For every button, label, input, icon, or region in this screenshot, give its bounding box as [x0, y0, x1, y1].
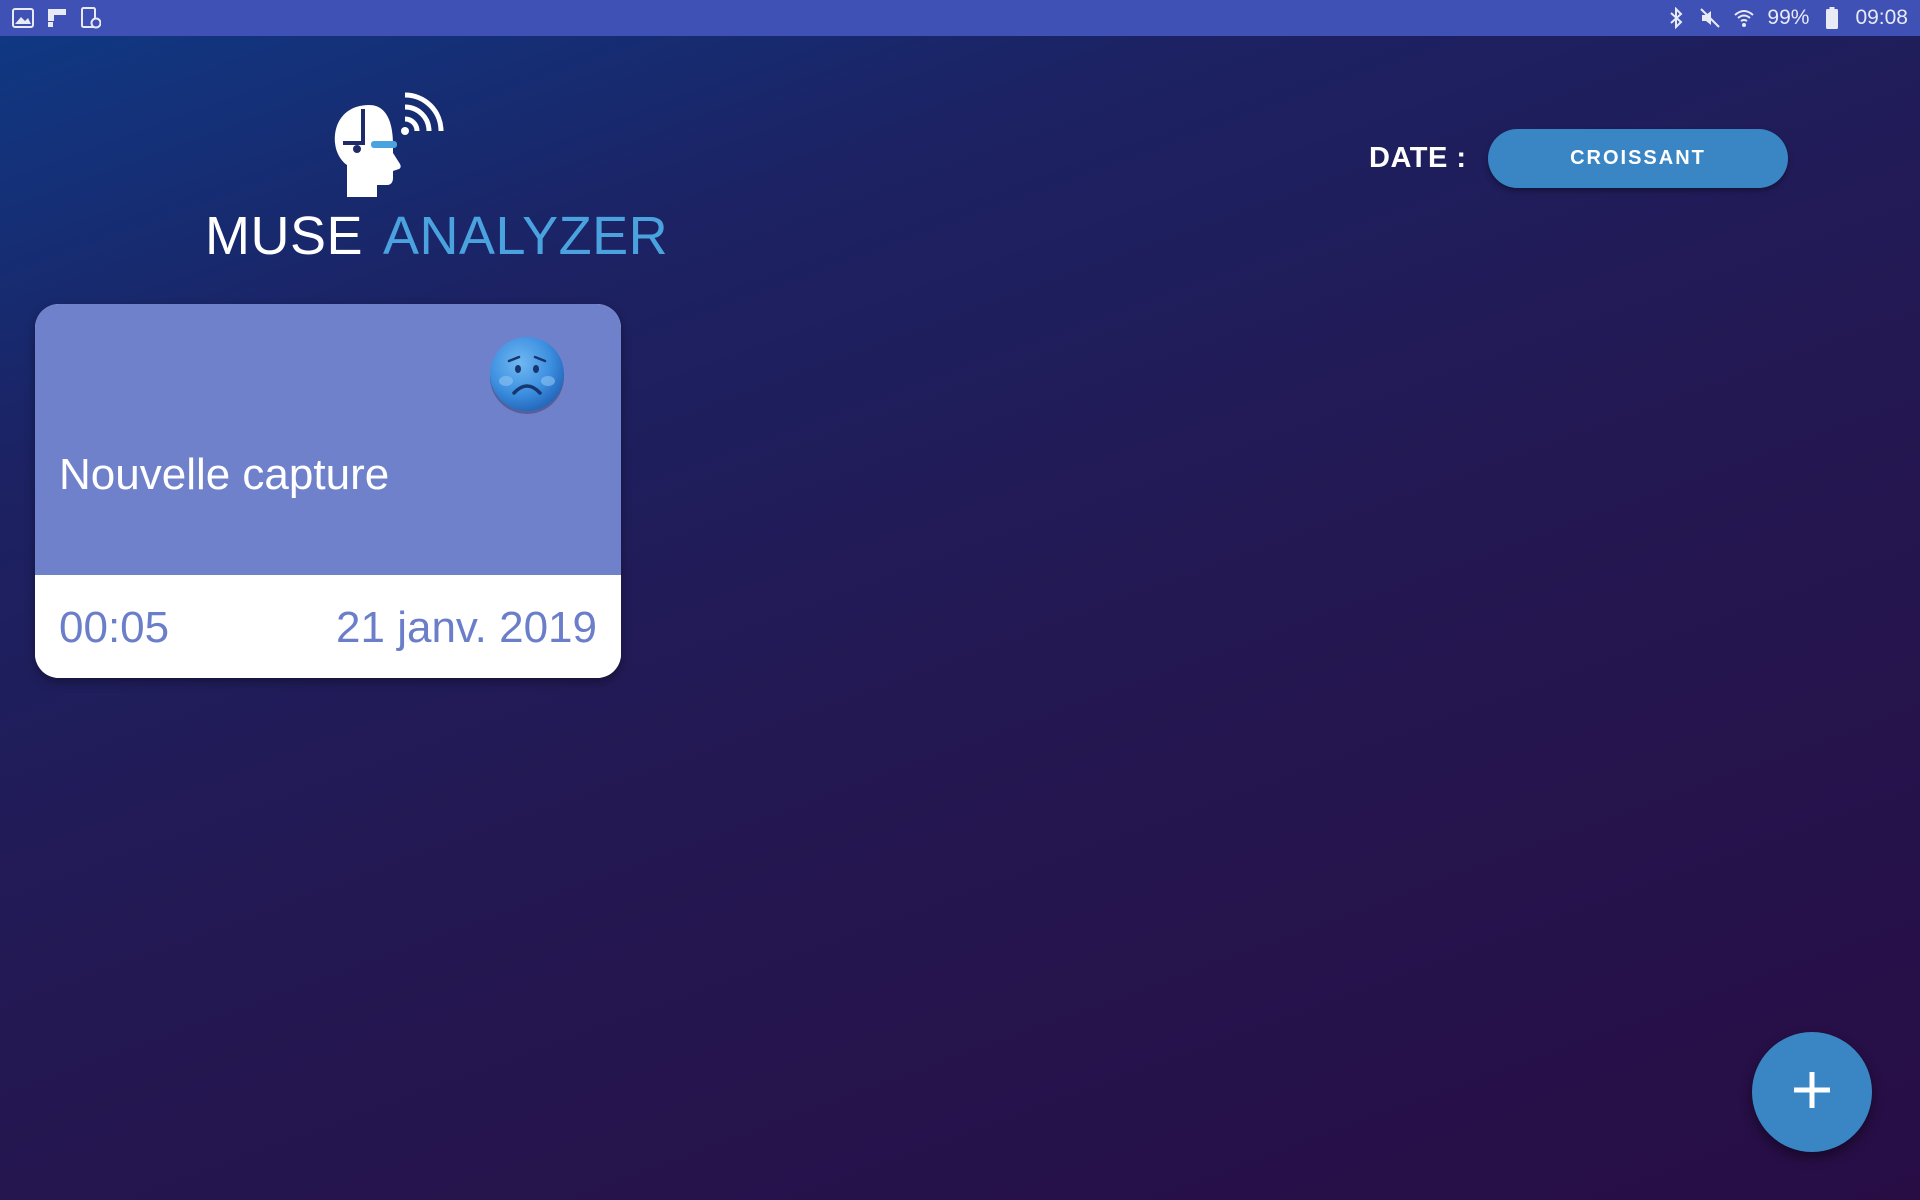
- sort-order-button[interactable]: CROISSANT: [1488, 129, 1788, 188]
- app-title-muse: MUSE: [205, 206, 364, 266]
- capture-card-header: Nouvelle capture: [35, 304, 621, 575]
- flipboard-icon: [46, 7, 68, 29]
- app-title: MUSE ANALYZER: [205, 205, 668, 267]
- gallery-icon: [12, 7, 34, 29]
- status-bar: 99% 09:08: [0, 0, 1920, 36]
- app-logo: MUSE ANALYZER: [205, 85, 668, 275]
- screen-recorder-icon: [80, 7, 102, 29]
- capture-card[interactable]: Nouvelle capture 00:05 21 janv. 2019: [35, 304, 621, 678]
- sad-face-icon: [487, 335, 567, 415]
- bluetooth-icon: [1665, 7, 1687, 29]
- status-bar-notifications: [12, 7, 102, 29]
- capture-card-footer: 00:05 21 janv. 2019: [35, 575, 621, 678]
- sort-date-label: DATE :: [1369, 142, 1467, 174]
- head-signal-icon: [325, 85, 445, 200]
- wifi-icon: [1733, 7, 1755, 29]
- status-bar-system: 99% 09:08: [1665, 6, 1908, 30]
- capture-date: 21 janv. 2019: [336, 603, 597, 652]
- add-capture-button[interactable]: [1752, 1032, 1872, 1152]
- capture-duration: 00:05: [59, 603, 170, 652]
- plus-icon: [1790, 1068, 1834, 1117]
- clock: 09:08: [1855, 6, 1908, 29]
- capture-title: Nouvelle capture: [59, 450, 390, 499]
- battery-percentage: 99%: [1767, 6, 1810, 29]
- mute-icon: [1699, 7, 1721, 29]
- battery-icon: [1821, 7, 1843, 29]
- app-title-analyzer: ANALYZER: [383, 206, 669, 266]
